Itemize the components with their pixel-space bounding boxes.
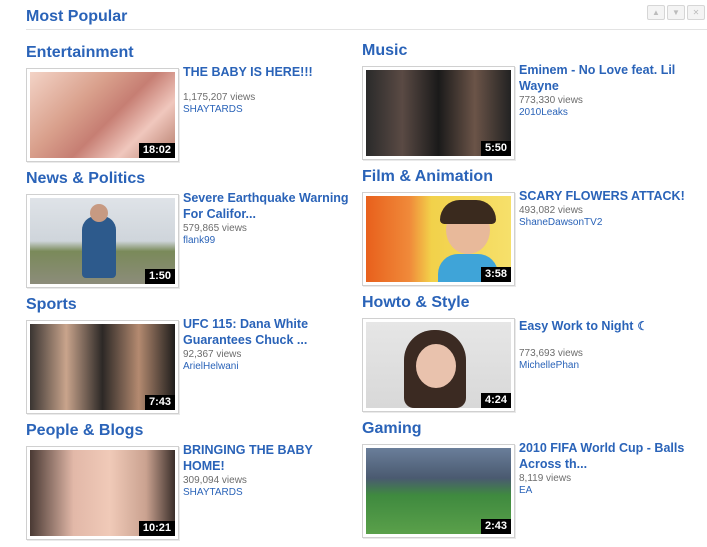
duration-badge: 1:50 [144,269,175,284]
close-icon[interactable]: ✕ [687,5,705,20]
video-info: Easy Work to Night ☾ 773,693 views Michel… [519,318,689,372]
category-howto-style: Howto & Style 4:24 Easy Work to Night ☾ 7… [362,294,702,419]
thumbnail-image: 5:50 [366,70,511,156]
thumbnail-image: 7:43 [30,324,175,410]
category-music: Music 5:50 Eminem - No Love feat. Lil Wa… [362,42,702,167]
page-title: Most Popular [26,8,128,25]
category-film-animation: Film & Animation 3:58 SCARY FLOWERS ATTA… [362,168,702,293]
move-down-icon[interactable]: ▼ [667,5,685,20]
moon-icon: ☾ [637,319,649,333]
video-thumbnail[interactable]: 18:02 [26,68,179,162]
video-thumbnail[interactable]: 3:58 [362,192,515,286]
view-count: 579,865 views [183,223,247,234]
video-title[interactable]: BRINGING THE BABY HOME! [183,442,353,474]
video-thumbnail[interactable]: 5:50 [362,66,515,160]
duration-badge: 18:02 [138,143,175,158]
uploader-link[interactable]: MichellePhan [519,360,689,372]
duration-badge: 5:50 [480,141,511,156]
category-title[interactable]: Entertainment [26,44,134,62]
uploader-link[interactable]: ShaneDawsonTV2 [519,217,689,229]
video-thumbnail[interactable]: 7:43 [26,320,179,414]
divider [26,29,707,30]
view-count: 92,367 views [183,349,242,360]
thumbnail-image: 2:43 [366,448,511,534]
uploader-link[interactable]: EA [519,485,689,497]
video-title[interactable]: 2010 FIFA World Cup - Balls Across th... [519,440,689,472]
view-count: 1,175,207 views [183,92,256,103]
category-title[interactable]: News & Politics [26,170,145,188]
video-title[interactable]: THE BABY IS HERE!!! [183,64,353,80]
video-title[interactable]: UFC 115: Dana White Guarantees Chuck ... [183,316,353,348]
duration-badge: 3:58 [480,267,511,282]
category-title[interactable]: Film & Animation [362,168,493,186]
video-info: BRINGING THE BABY HOME! 309,094 views SH… [183,442,353,499]
thumbnail-image: 10:21 [30,450,175,536]
video-title-text: Easy Work to Night [519,319,634,333]
video-info: Eminem - No Love feat. Lil Wayne 773,330… [519,62,689,119]
uploader-link[interactable]: SHAYTARDS [183,104,353,116]
video-info: 2010 FIFA World Cup - Balls Across th...… [519,440,689,497]
video-thumbnail[interactable]: 4:24 [362,318,515,412]
category-title[interactable]: Howto & Style [362,294,470,312]
move-up-icon[interactable]: ▲ [647,5,665,20]
thumbnail-image: 1:50 [30,198,175,284]
thumbnail-image: 3:58 [366,196,511,282]
video-thumbnail[interactable]: 10:21 [26,446,179,540]
view-count: 773,693 views [519,348,583,359]
video-info: UFC 115: Dana White Guarantees Chuck ...… [183,316,353,373]
video-thumbnail[interactable]: 1:50 [26,194,179,288]
most-popular-header: Most Popular ▲ ▼ ✕ [0,0,707,30]
thumbnail-image: 4:24 [366,322,511,408]
video-title[interactable]: Easy Work to Night ☾ [519,318,689,334]
category-title[interactable]: Gaming [362,420,422,438]
video-info: THE BABY IS HERE!!! 1,175,207 views SHAY… [183,64,353,116]
duration-badge: 2:43 [480,519,511,534]
view-count: 8,119 views [519,473,572,484]
category-people-blogs: People & Blogs 10:21 BRINGING THE BABY H… [26,422,366,547]
category-title[interactable]: Sports [26,296,77,314]
video-title[interactable]: Severe Earthquake Warning For Califor... [183,190,353,222]
view-count: 309,094 views [183,475,247,486]
duration-badge: 7:43 [144,395,175,410]
duration-badge: 10:21 [138,521,175,536]
video-title[interactable]: Eminem - No Love feat. Lil Wayne [519,62,689,94]
category-entertainment: Entertainment 18:02 THE BABY IS HERE!!! … [26,44,366,169]
category-title[interactable]: People & Blogs [26,422,143,440]
category-title[interactable]: Music [362,42,407,60]
video-info: Severe Earthquake Warning For Califor...… [183,190,353,247]
uploader-link[interactable]: flank99 [183,235,353,247]
category-news-politics: News & Politics 1:50 Severe Earthquake W… [26,170,366,295]
view-count: 773,330 views [519,95,583,106]
category-gaming: Gaming 2:43 2010 FIFA World Cup - Balls … [362,420,702,545]
duration-badge: 4:24 [480,393,511,408]
uploader-link[interactable]: 2010Leaks [519,107,689,119]
view-count: 493,082 views [519,205,583,216]
video-title[interactable]: SCARY FLOWERS ATTACK! [519,188,689,204]
thumbnail-image: 18:02 [30,72,175,158]
uploader-link[interactable]: SHAYTARDS [183,487,353,499]
category-sports: Sports 7:43 UFC 115: Dana White Guarante… [26,296,366,421]
video-info: SCARY FLOWERS ATTACK! 493,082 views Shan… [519,188,689,229]
video-thumbnail[interactable]: 2:43 [362,444,515,538]
header-controls: ▲ ▼ ✕ [647,5,705,20]
uploader-link[interactable]: ArielHelwani [183,361,353,373]
